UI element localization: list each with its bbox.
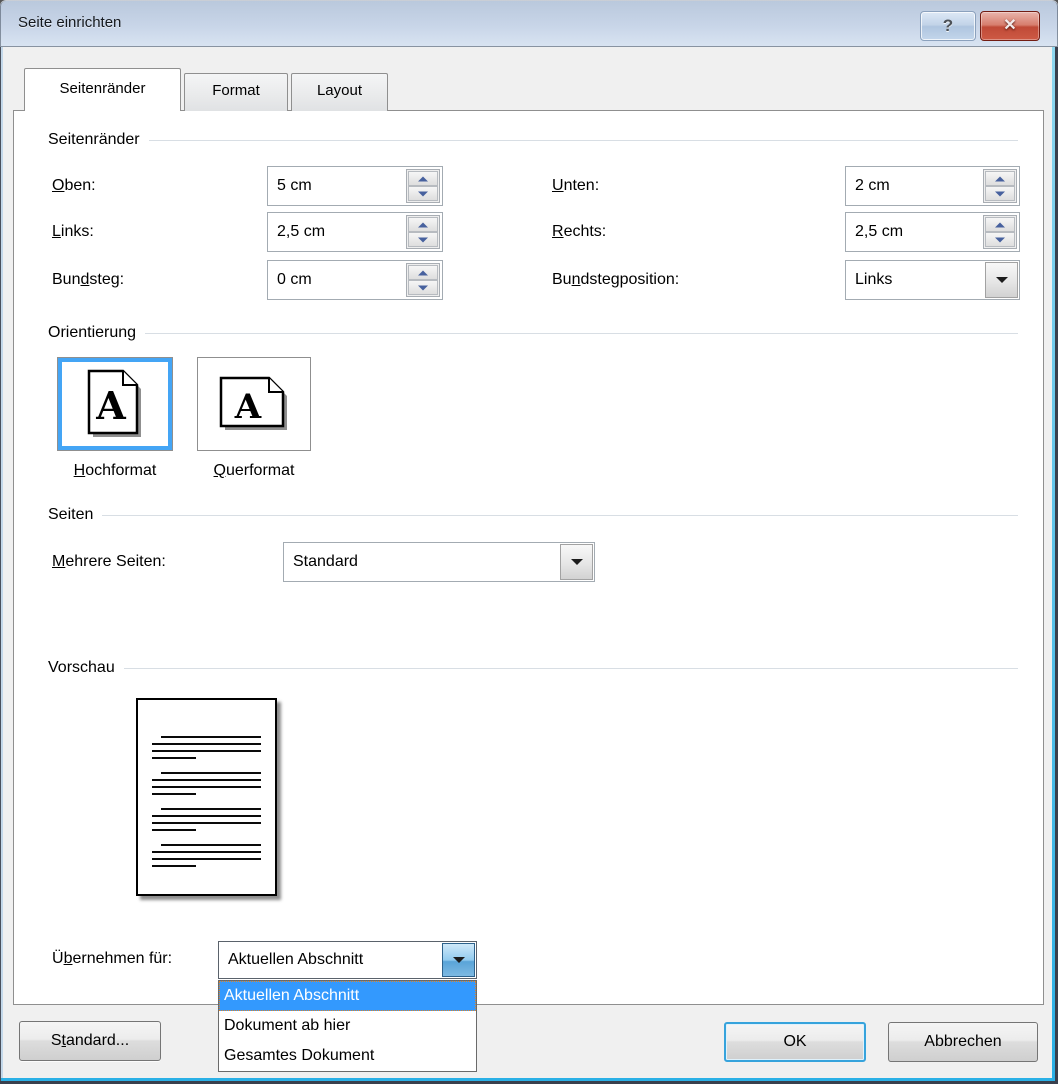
dropdown-button[interactable] (985, 262, 1018, 298)
label-bundsteg: Bundsteg: (52, 260, 124, 300)
tab-seitenraender[interactable]: Seitenränder (24, 68, 181, 111)
group-title-margins: Seitenränder (48, 131, 140, 149)
rechts-value: 2,5 cm (855, 213, 903, 251)
mehrere-seiten-dropdown[interactable]: Standard (283, 542, 595, 582)
chevron-down-icon (453, 957, 465, 963)
preview-text-lines (152, 736, 261, 880)
oben-spinner (406, 169, 440, 203)
group-rule (102, 515, 1018, 516)
page-setup-dialog: Seite einrichten ? ✕ Seitenränder Format… (0, 0, 1058, 1084)
label-unten: Unten: (552, 166, 599, 206)
help-icon: ? (943, 16, 953, 35)
frame-accent-left (1, 47, 3, 1081)
spinner-up-icon (418, 176, 428, 181)
oben-value: 5 cm (277, 167, 312, 205)
spinner-up-button[interactable] (985, 217, 1015, 232)
spinner-down-icon (418, 191, 428, 196)
frame-accent-bottom (1, 1078, 1055, 1081)
landscape-page-icon: A (218, 375, 290, 433)
bundstegposition-dropdown[interactable]: Links (845, 260, 1020, 300)
apply-to-dropdown-list: Aktuellen Abschnitt Dokument ab hier Ges… (218, 980, 477, 1072)
group-header-margins: Seitenränder (48, 130, 1018, 150)
unten-spinner (983, 169, 1017, 203)
bundstegposition-value: Links (855, 261, 892, 299)
standard-button[interactable]: Standard... (19, 1021, 161, 1061)
spinner-down-icon (995, 237, 1005, 242)
spinner-down-button[interactable] (408, 186, 438, 201)
landscape-button[interactable]: A (197, 357, 311, 451)
spinner-up-button[interactable] (408, 217, 438, 232)
bundsteg-value: 0 cm (277, 261, 312, 299)
rechts-input[interactable]: 2,5 cm (845, 212, 1020, 252)
oben-input[interactable]: 5 cm (267, 166, 443, 206)
portrait-page-icon: A (86, 368, 144, 440)
preview-page (136, 698, 277, 896)
list-item-gesamtes-dokument[interactable]: Gesamtes Dokument (219, 1041, 476, 1071)
spinner-down-icon (418, 285, 428, 290)
dropdown-button[interactable] (560, 544, 593, 580)
tab-layout[interactable]: Layout (291, 73, 388, 111)
chevron-down-icon (996, 277, 1008, 283)
spinner-up-icon (995, 222, 1005, 227)
portrait-button[interactable]: A (57, 357, 173, 451)
group-title-preview: Vorschau (48, 659, 115, 677)
window-title: Seite einrichten (18, 0, 121, 46)
rechts-spinner (983, 215, 1017, 249)
label-oben: Oben: (52, 166, 96, 206)
frame-accent-right (1052, 47, 1055, 1081)
group-header-pages: Seiten (48, 505, 1018, 525)
bundsteg-spinner (406, 263, 440, 297)
links-spinner (406, 215, 440, 249)
links-value: 2,5 cm (277, 213, 325, 251)
list-item-aktuellen-abschnitt[interactable]: Aktuellen Abschnitt (219, 981, 476, 1011)
mehrere-seiten-value: Standard (293, 543, 358, 581)
group-header-preview: Vorschau (48, 658, 1018, 678)
spinner-down-button[interactable] (408, 232, 438, 247)
spinner-up-button[interactable] (408, 265, 438, 280)
group-title-orientation: Orientierung (48, 324, 136, 342)
spinner-up-icon (418, 222, 428, 227)
unten-value: 2 cm (855, 167, 890, 205)
spinner-down-icon (418, 237, 428, 242)
label-mehrere-seiten: Mehrere Seiten: (52, 542, 166, 582)
spinner-down-button[interactable] (985, 232, 1015, 247)
group-rule (145, 333, 1018, 334)
dropdown-button-open[interactable] (442, 943, 475, 977)
help-button[interactable]: ? (920, 11, 976, 41)
bundsteg-input[interactable]: 0 cm (267, 260, 443, 300)
apply-to-value: Aktuellen Abschnitt (228, 942, 363, 978)
titlebar[interactable]: Seite einrichten ? ✕ (0, 0, 1058, 47)
group-header-orientation: Orientierung (48, 323, 1018, 343)
spinner-up-button[interactable] (985, 171, 1015, 186)
close-icon: ✕ (1003, 17, 1016, 34)
unten-input[interactable]: 2 cm (845, 166, 1020, 206)
label-bundstegposition: Bundstegposition: (552, 260, 679, 300)
spinner-up-icon (995, 176, 1005, 181)
list-item-dokument-ab-hier[interactable]: Dokument ab hier (219, 1011, 476, 1041)
spinner-down-button[interactable] (408, 280, 438, 295)
close-button[interactable]: ✕ (980, 11, 1040, 41)
spinner-up-icon (418, 270, 428, 275)
cancel-button[interactable]: Abbrechen (888, 1022, 1038, 1062)
apply-to-combobox[interactable]: Aktuellen Abschnitt (218, 941, 477, 979)
label-links: Links: (52, 212, 94, 252)
svg-text:A: A (234, 387, 262, 427)
group-title-pages: Seiten (48, 506, 93, 524)
spinner-up-button[interactable] (408, 171, 438, 186)
label-rechts: Rechts: (552, 212, 606, 252)
svg-text:A: A (95, 383, 126, 428)
spinner-down-button[interactable] (985, 186, 1015, 201)
tab-format[interactable]: Format (184, 73, 288, 111)
group-rule (149, 140, 1018, 141)
portrait-label: Hochformat (57, 462, 173, 480)
spinner-down-icon (995, 191, 1005, 196)
label-uebernehmen-fuer: Übernehmen für: (52, 940, 172, 978)
chevron-down-icon (571, 559, 583, 565)
group-rule (124, 668, 1018, 669)
ok-button[interactable]: OK (724, 1022, 866, 1062)
links-input[interactable]: 2,5 cm (267, 212, 443, 252)
landscape-label: Querformat (197, 462, 311, 480)
